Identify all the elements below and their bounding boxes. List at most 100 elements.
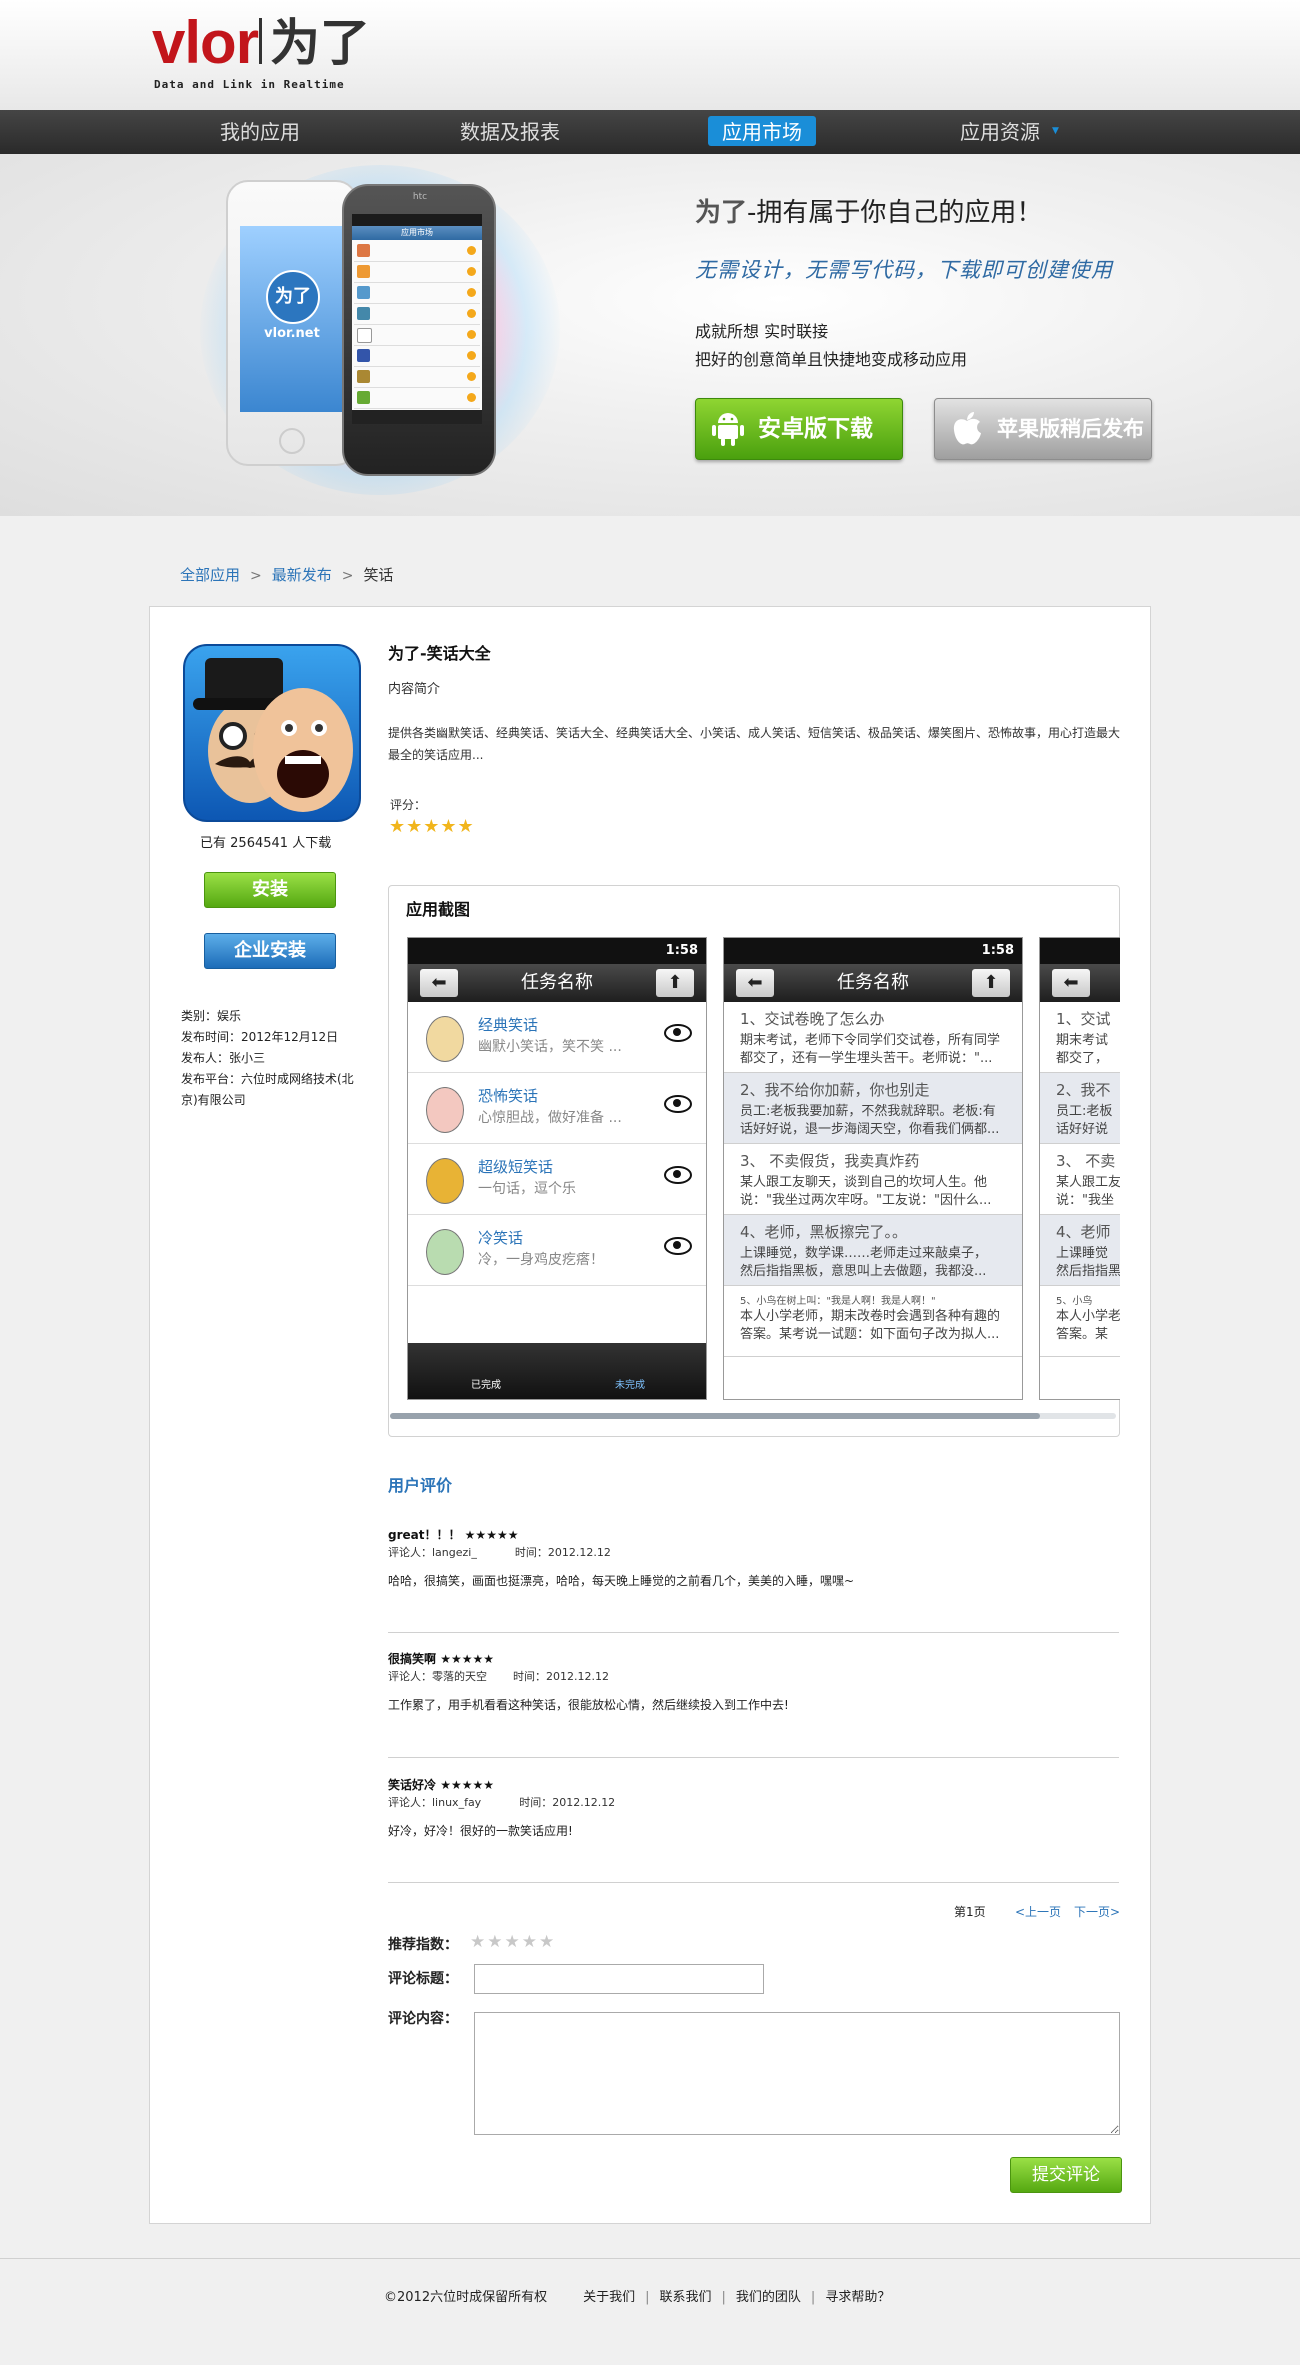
review-divider: [388, 1757, 1119, 1758]
joke-excerpt-line: 上课睡觉: [1056, 1246, 1109, 1261]
face-icon: [426, 1087, 464, 1133]
joke-title: 4、老师，黑板擦完了。。: [740, 1223, 908, 1241]
screenshots-scrollbar[interactable]: [390, 1413, 1040, 1419]
review-time-label: 时间：: [514, 1546, 548, 1559]
joke-item: 4、老师，黑板擦完了。。上课睡觉，数学课……老师走过来敲桌子， 然后指指黑板，意思…: [724, 1215, 1022, 1286]
nav-app-resources[interactable]: 应用资源: [930, 110, 1070, 154]
app-platform-cont: 京)有限公司: [181, 1093, 246, 1107]
comment-title-input[interactable]: [474, 1964, 764, 1994]
breadcrumb-all-apps[interactable]: 全部应用: [180, 566, 240, 584]
breadcrumb-latest[interactable]: 最新发布: [272, 566, 332, 584]
review-author: langezi_: [432, 1546, 477, 1559]
joke-title: 5、小鸟在树上叫："我是人啊！我是人啊！": [740, 1296, 936, 1307]
android-download-label: 安卓版下载: [758, 416, 873, 442]
download-count: 已有 2564541 人下载: [200, 832, 331, 851]
apple-release-button[interactable]: 苹果版稍后发布: [934, 398, 1152, 460]
download-count-prefix: 已有: [200, 836, 227, 851]
joke-excerpt-line: 本人小学老: [1056, 1309, 1120, 1324]
review-headline: great！！！ ★★★★★: [388, 1526, 518, 1543]
phone-screen-title: 应用市场: [352, 226, 482, 240]
joke-excerpt-line: 某人跟工友: [1056, 1175, 1120, 1190]
joke-excerpt-line: 都交了，: [1056, 1051, 1109, 1066]
joke-title: 5、小鸟: [1056, 1296, 1093, 1307]
list-item-title: 超级短笑话: [478, 1158, 554, 1176]
download-count-suffix: 人下载: [292, 836, 332, 851]
eye-icon: [664, 1166, 692, 1184]
banner-title-brand: 为了: [695, 198, 748, 228]
review-author: linux_fay: [432, 1796, 482, 1809]
joke-item: 5、小鸟在树上叫："我是人啊！我是人啊！" 本人小学老师，期末改卷时会遇到各种有趣…: [724, 1286, 1022, 1357]
logo-tagline: Data and Link in Realtime: [154, 78, 345, 91]
footer-link-team[interactable]: 我们的团队: [736, 2290, 801, 2305]
footer-link-about[interactable]: 关于我们: [583, 2290, 635, 2305]
review-headline-text: 笑话好冷: [388, 1778, 437, 1792]
review-author: 零落的天空: [432, 1670, 487, 1683]
iphone-app-logo: 为了: [266, 270, 320, 324]
phone-list-item: [354, 304, 480, 325]
joke-item: 5、小鸟 本人小学老 答案。某: [1040, 1286, 1120, 1357]
tab-done: 已完成: [471, 1380, 501, 1391]
screenshot-tab-bar: 已完成 未完成: [408, 1343, 706, 1399]
app-icon-art: [193, 658, 353, 812]
score-stars-input[interactable]: ★★★★★: [470, 1932, 556, 1952]
next-page-link[interactable]: 下一页>: [1074, 1903, 1120, 1920]
review-stars: ★★★★★: [440, 1652, 494, 1666]
phone-tab-bar: [352, 410, 482, 424]
review-headline: 很搞笑啊 ★★★★★: [388, 1650, 494, 1667]
nav-data-reports[interactable]: 数据及报表: [440, 110, 580, 154]
screenshot-1[interactable]: 1:58 ⬅ 任务名称 ⬆ 经典笑话 幽默小笑话，笑不笑 ... 恐怖笑话 心惊胆战，做…: [407, 937, 707, 1400]
rating-stars: ★★★★★: [389, 816, 475, 837]
joke-excerpt: 某人跟工友 说："我坐: [1056, 1174, 1120, 1210]
apple-icon: [953, 412, 981, 445]
joke-item: 2、我不给你加薪，你也别走 员工:老板我要加薪，不然我就辞职。老板:有 话好好说，退…: [724, 1073, 1022, 1144]
chevron-down-icon[interactable]: ▼: [1052, 126, 1059, 136]
comment-content-label: 评论内容：: [388, 2011, 458, 2027]
joke-item: 2、我不 员工:老板 话好好说: [1040, 1073, 1120, 1144]
review-headline-text: 很搞笑啊: [388, 1652, 437, 1666]
joke-excerpt-line: 期末考试: [1056, 1033, 1109, 1048]
logo-brand[interactable]: vlor: [152, 8, 259, 78]
review-time: 2012.12.12: [547, 1546, 611, 1559]
logo-cn[interactable]: 为了: [270, 8, 370, 78]
joke-excerpt-line: 都交了，还有一学生埋头苦干。老师说："...: [740, 1051, 993, 1066]
breadcrumb-current: 笑话: [363, 566, 394, 584]
footer-separator: |: [721, 2290, 726, 2305]
app-publish-date: 发布时间：2012年12月12日: [181, 1030, 339, 1044]
phone-list-item: [354, 241, 480, 262]
nav-my-apps[interactable]: 我的应用: [190, 110, 330, 154]
phone-list-item: [354, 283, 480, 304]
enterprise-install-button[interactable]: 企业安装: [204, 933, 336, 969]
phone-list-item: [354, 346, 480, 367]
submit-comment-button[interactable]: 提交评论: [1010, 2157, 1122, 2193]
footer-link-help[interactable]: 寻求帮助？: [825, 2290, 890, 2305]
up-arrow-icon: ⬆: [972, 969, 1010, 997]
joke-item: 4、老师 上课睡觉 然后指指黑: [1040, 1215, 1120, 1286]
prev-page-link[interactable]: <上一页: [1015, 1903, 1061, 1920]
face-icon: [426, 1158, 464, 1204]
joke-excerpt-line: 员工:老板我要加薪，不然我就辞职。老板:有: [740, 1104, 996, 1119]
joke-item: 3、 不卖假货，我卖真炸药 某人跟工友聊天，谈到自己的坎坷人生。他 说："我坐过两次…: [724, 1144, 1022, 1215]
joke-excerpt: 上课睡觉，数学课……老师走过来敲桌子， 然后指指黑板，意思叫上去做题，我都没...: [740, 1245, 987, 1281]
review-divider: [388, 1882, 1119, 1883]
list-item-subtitle: 心惊胆战，做好准备 ...: [478, 1110, 622, 1126]
review-author-label: 评论人：: [388, 1546, 432, 1559]
joke-title: 2、我不给你加薪，你也别走: [740, 1081, 930, 1099]
page-indicator: 第1页: [954, 1905, 986, 1919]
review-meta: 评论人：linux_fay 时间：2012.12.12: [388, 1794, 615, 1810]
joke-excerpt: 某人跟工友聊天，谈到自己的坎坷人生。他 说："我坐过两次牢呀。"工友说："因什么.…: [740, 1174, 991, 1210]
banner-description: 把好的创意简单且快捷地变成移动应用: [695, 350, 968, 369]
screenshot-nav-bar: ⬅: [1040, 964, 1120, 1002]
install-button[interactable]: 安装: [204, 872, 336, 908]
screenshot-3[interactable]: ⬅ 1、交试 期末考试 都交了， 2、我不 员工:老板 话好好说 3、 不卖 某人跟工友说…: [1039, 937, 1120, 1400]
screenshot-2[interactable]: 1:58 ⬅ 任务名称 ⬆ 1、交试卷晚了怎么办 期末考试，老师下令同学们交试卷，所有…: [723, 937, 1023, 1400]
status-time: 1:58: [981, 943, 1014, 958]
joke-excerpt: 本人小学老 答案。某: [1056, 1308, 1120, 1344]
comment-content-input[interactable]: [474, 2012, 1120, 2135]
footer-link-contact[interactable]: 联系我们: [660, 2290, 712, 2305]
nav-app-market[interactable]: 应用市场: [692, 110, 832, 154]
screenshot-nav-bar: ⬅ 任务名称 ⬆: [408, 964, 706, 1002]
android-download-button[interactable]: 安卓版下载: [695, 398, 903, 460]
app-category: 类别：娱乐: [181, 1009, 242, 1023]
intro-text: 提供各类幽默笑话、经典笑话、笑话大全、经典笑话大全、小笑话、成人笑话、短信笑话、…: [388, 726, 1121, 762]
joke-excerpt-line: 上课睡觉，数学课……老师走过来敲桌子，: [740, 1246, 988, 1261]
